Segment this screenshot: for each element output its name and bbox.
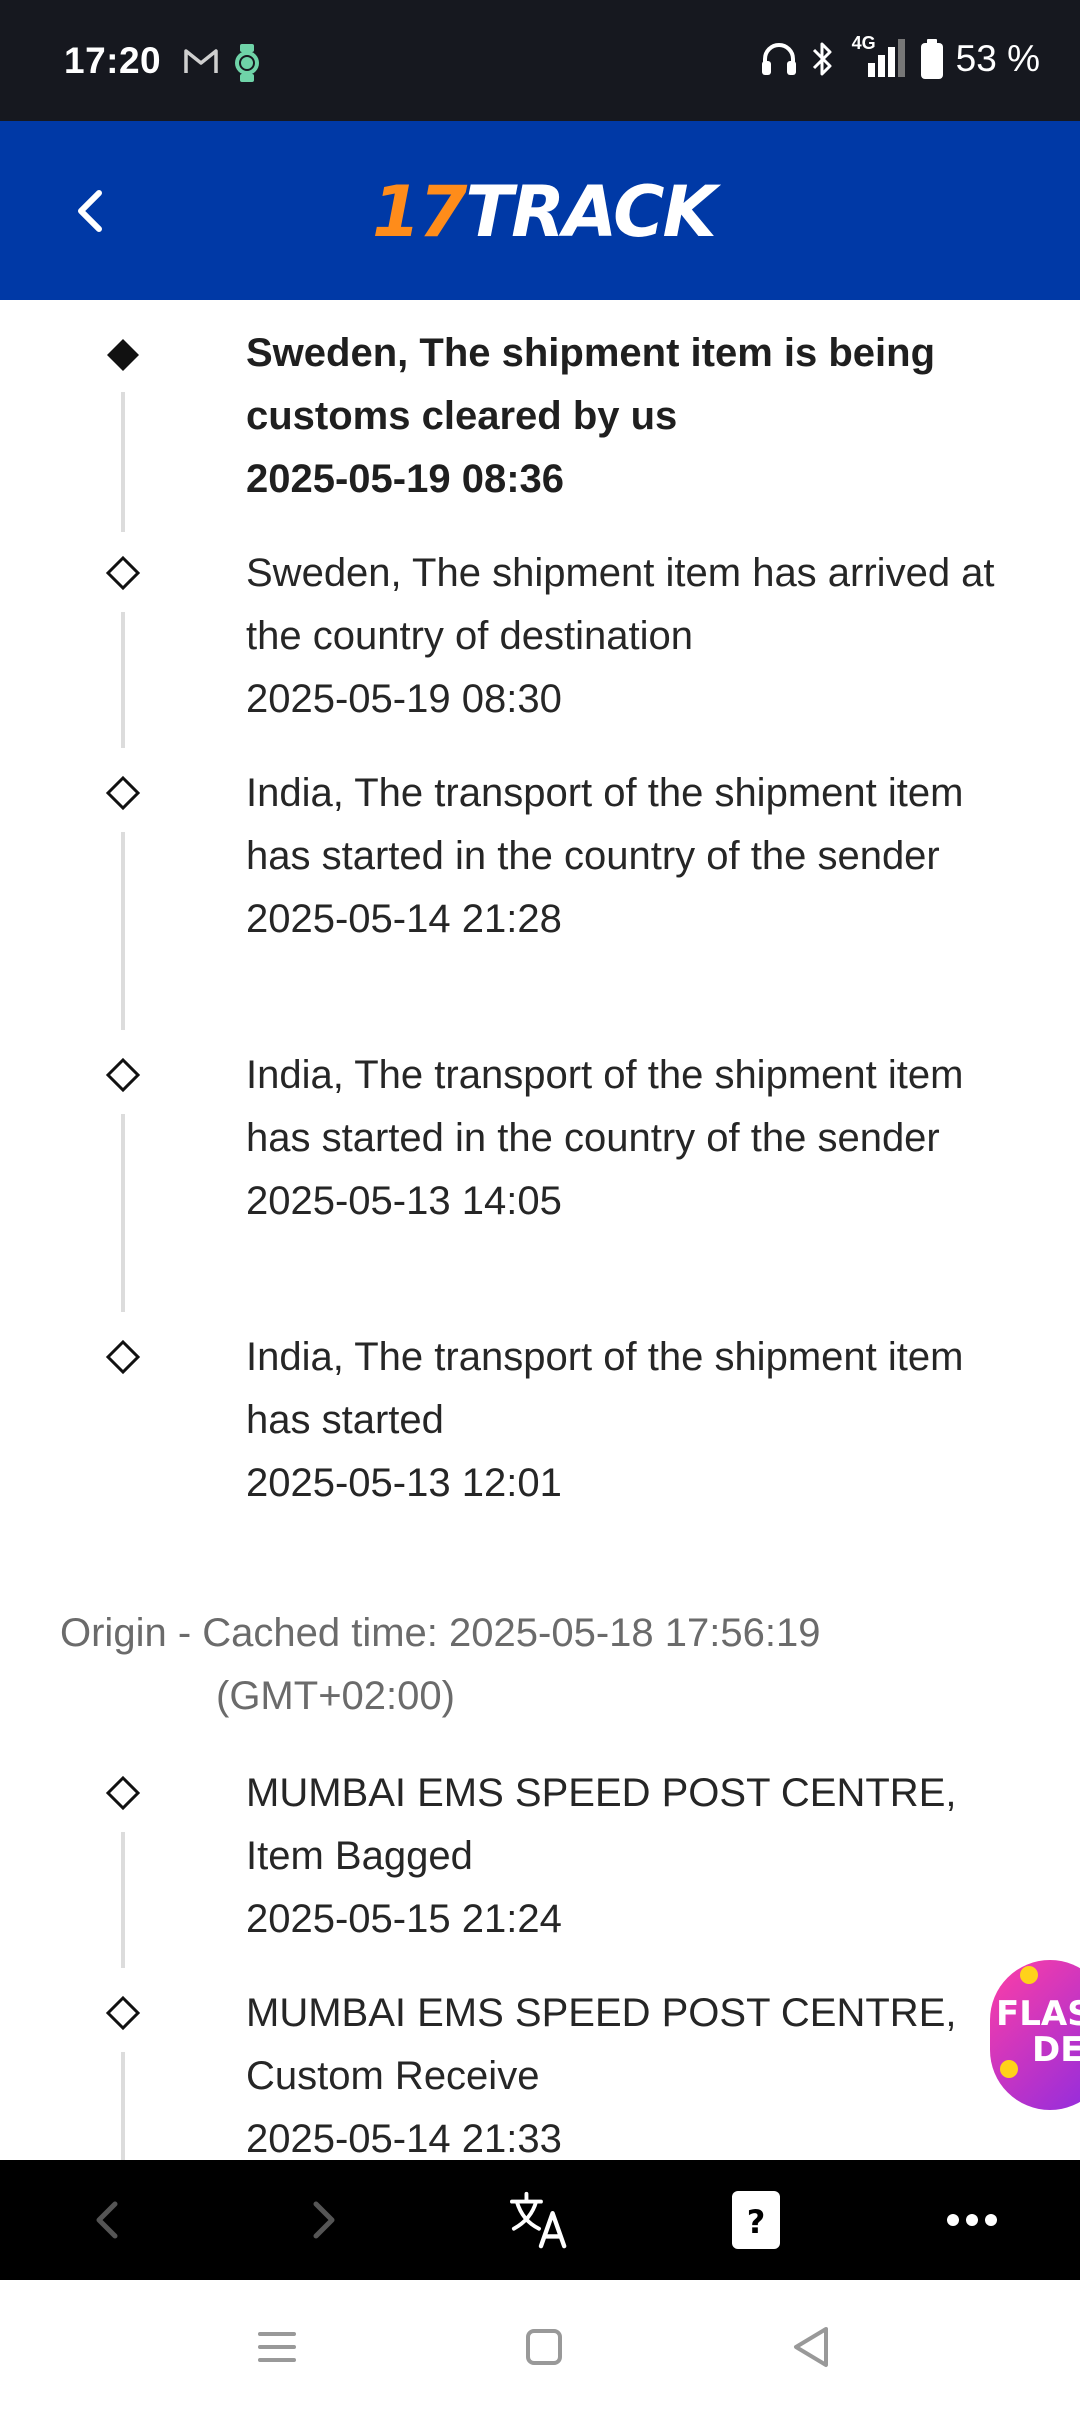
timeline-connector [121,1832,125,1968]
signal-icon: 4G [846,33,908,79]
event-description: MUMBAI EMS SPEED POST CENTRE, Item Bagge… [246,1771,957,1878]
event-description: India, The transport of the shipment ite… [246,1335,964,1442]
timeline-event: India, The transport of the shipment ite… [0,1304,1080,1524]
promo-line-1: FLAS [996,1994,1080,2034]
home-icon [526,2329,562,2365]
battery-percent: 53 % [955,38,1040,79]
event-diamond-icon [105,1995,141,2031]
system-nav-bar [0,2280,1080,2414]
chevron-left-icon [78,190,102,232]
timeline-connector [121,832,125,1030]
timeline-connector [121,1114,125,1312]
help-card-button[interactable]: ? [726,2190,786,2250]
event-diamond-icon [105,1775,141,1811]
event-description: MUMBAI EMS SPEED POST CENTRE, Custom Rec… [246,1991,957,2098]
bluetooth-icon [812,42,832,76]
more-options-button[interactable] [942,2190,1002,2250]
event-datetime: 2025-05-13 14:05 [246,1179,562,1223]
timeline-event: MUMBAI EMS SPEED POST CENTRE, Custom Rec… [0,1960,1080,2160]
gmail-icon [184,49,218,73]
browser-back-button[interactable] [77,2190,137,2250]
event-description: India, The transport of the shipment ite… [246,771,964,878]
event-datetime: 2025-05-13 12:01 [246,1461,562,1505]
event-datetime: 2025-05-14 21:28 [246,897,562,941]
timeline-event: India, The transport of the shipment ite… [0,1022,1080,1312]
status-time: 17:20 [64,40,162,81]
logo-word: TRACK [465,171,716,253]
timeline-event: India, The transport of the shipment ite… [0,740,1080,1030]
translate-button[interactable] [510,2190,570,2250]
origin-cached-time: Origin - Cached time: 2025-05-18 17:56:1… [60,1611,821,1655]
event-description: Sweden, The shipment item is being custo… [246,331,936,438]
logo-number: 17 [372,171,467,253]
forward-icon [313,2201,335,2239]
event-diamond-icon [105,1339,141,1375]
current-status-diamond-icon [107,339,139,371]
event-datetime: 2025-05-19 08:36 [246,457,565,501]
event-datetime: 2025-05-15 21:24 [246,1897,562,1941]
event-description: India, The transport of the shipment ite… [246,1053,964,1160]
translate-icon [510,2191,567,2249]
event-diamond-icon [105,775,141,811]
event-diamond-icon [105,555,141,591]
more-icon [947,2214,997,2226]
flash-deal-bubble[interactable]: FLAS DE [990,1960,1080,2110]
timeline-event: MUMBAI EMS SPEED POST CENTRE, Item Bagge… [0,1740,1080,1968]
sparkle-icon [1020,1966,1038,1984]
headphones-icon [761,43,796,75]
back-icon [96,2201,118,2239]
event-description: Sweden, The shipment item has arrived at… [246,551,995,658]
timeline-event: Sweden, The shipment item has arrived at… [0,520,1080,748]
browser-forward-button[interactable] [294,2190,354,2250]
promo-line-2: DE [1032,2030,1080,2070]
recents-icon [258,2332,296,2362]
timeline-connector [121,2052,125,2160]
home-button[interactable] [519,2322,569,2372]
event-datetime: 2025-05-19 08:30 [246,677,562,721]
help-card-icon: ? [732,2191,780,2249]
system-back-button[interactable] [785,2322,835,2372]
status-bar: 17:20 4G 53 % [0,0,1080,121]
flash-deal-text: FLAS DE [996,1996,1080,2068]
timeline-connector [121,612,125,748]
back-button[interactable] [60,181,120,241]
browser-toolbar: ? [0,2160,1080,2280]
app-logo: 17 TRACK [372,171,717,253]
origin-section-header: Origin - Cached time: 2025-05-18 17:56:1… [60,1602,960,1728]
event-diamond-icon [105,1057,141,1093]
origin-timezone: (GMT+02:00) [216,1674,455,1718]
svg-text:?: ? [747,2203,766,2241]
app-header: 17 TRACK [0,121,1080,300]
back-icon [794,2327,828,2367]
recents-button[interactable] [252,2322,302,2372]
status-right-cluster: 4G 53 % [760,33,1040,80]
timeline-event: Sweden, The shipment item is being custo… [0,300,1080,532]
watch-icon [235,44,259,82]
battery-icon [920,39,943,79]
event-datetime: 2025-05-14 21:33 [246,2117,562,2160]
timeline-connector [121,392,125,532]
tracking-timeline: Sweden, The shipment item is being custo… [0,300,1080,2160]
